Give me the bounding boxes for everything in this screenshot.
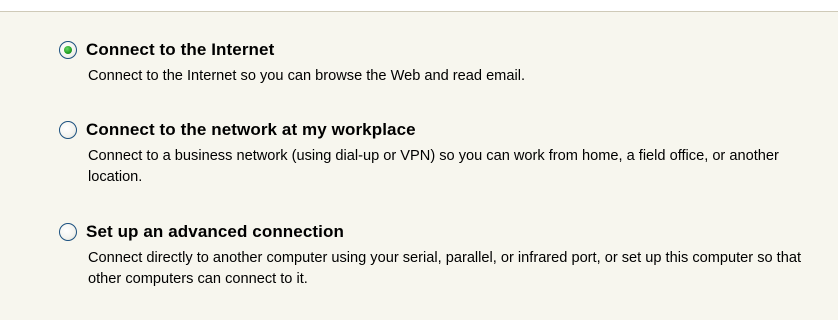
option-advanced-connection[interactable]: Set up an advanced connection Connect di… — [59, 220, 819, 290]
option-header[interactable]: Connect to the network at my workplace — [59, 118, 819, 142]
radio-button-icon[interactable] — [59, 223, 77, 241]
option-connect-internet[interactable]: Connect to the Internet Connect to the I… — [59, 38, 819, 87]
option-description: Connect directly to another computer usi… — [88, 250, 802, 287]
connection-type-panel: Connect to the Internet Connect to the I… — [0, 11, 838, 320]
option-title[interactable]: Set up an advanced connection — [86, 222, 344, 242]
option-title[interactable]: Connect to the Internet — [86, 40, 274, 60]
radio-dot-icon — [64, 46, 72, 54]
option-header[interactable]: Set up an advanced connection — [59, 220, 819, 244]
option-description: Connect to a business network (using dia… — [88, 148, 779, 185]
option-header[interactable]: Connect to the Internet — [59, 38, 819, 62]
radio-button-icon[interactable] — [59, 121, 77, 139]
option-description: Connect to the Internet so you can brows… — [88, 68, 525, 84]
option-title[interactable]: Connect to the network at my workplace — [86, 120, 416, 140]
option-connect-workplace[interactable]: Connect to the network at my workplace C… — [59, 118, 819, 188]
radio-button-selected-icon[interactable] — [59, 41, 77, 59]
